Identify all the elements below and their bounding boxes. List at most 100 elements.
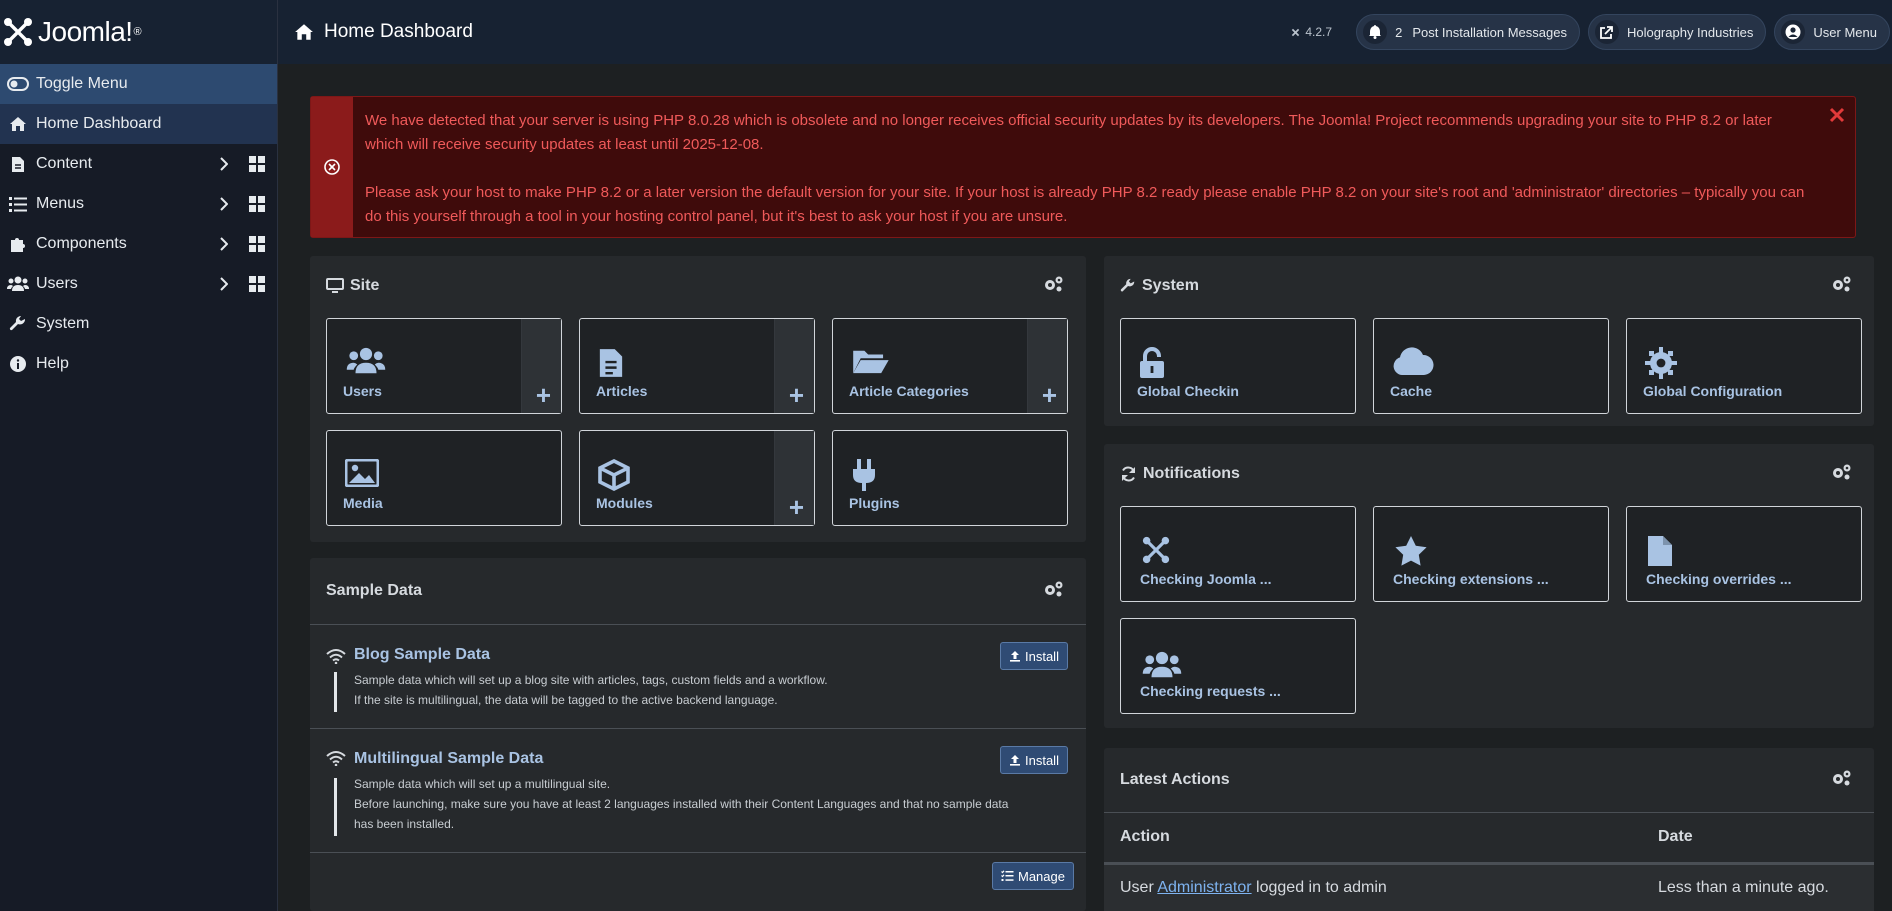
tile-plugins[interactable]: Plugins [832,430,1068,526]
info-icon [0,356,36,372]
plus-icon: + [1041,380,1057,410]
tile-users[interactable]: Users + [326,318,562,414]
date-cell: Less than a minute ago. [1658,879,1829,896]
tile-media[interactable]: Media [326,430,562,526]
chevron-right-icon[interactable] [213,157,233,171]
sidebar-item-home-dashboard[interactable]: Home Dashboard [0,104,277,144]
alert-icon-bar [311,97,353,237]
latest-actions-header: Latest Actions [1104,748,1874,812]
joomla-icon [1292,28,1300,36]
tile-label: Article Categories [849,383,969,399]
upload-icon [1010,651,1020,662]
install-blog-button[interactable]: Install [1000,642,1068,670]
gears-icon[interactable] [1042,580,1070,603]
view-site-button[interactable]: Holography Industries [1587,14,1767,50]
tile-global-configuration[interactable]: Global Configuration [1626,318,1862,414]
joomla-icon [1141,535,1171,570]
dashboard-grid-icon[interactable] [247,276,267,292]
user-menu-button[interactable]: User Menu [1774,14,1890,50]
sidebar-toggle-menu[interactable]: Toggle Menu [0,64,277,104]
brand[interactable]: Joomla! ® [0,0,277,64]
tile-articles[interactable]: Articles + [579,318,815,414]
site-label: Holography Industries [1626,24,1754,40]
version-number: 4.2.7 [1305,25,1333,39]
add-category-button[interactable]: + [1027,319,1067,413]
tile-global-checkin[interactable]: Global Checkin [1120,318,1356,414]
sidebar: Joomla! ® Toggle Menu Home Dashboard Cont… [0,0,278,911]
tile-label: Checking Joomla ... [1140,571,1272,587]
card-title: Sample Data [326,582,423,599]
sample-item-title: Multilingual Sample Data [354,750,544,767]
card-title: Site [350,277,380,294]
file-text-icon [598,347,624,384]
tile-checking-joomla[interactable]: Checking Joomla ... [1120,506,1356,602]
add-article-button[interactable]: + [774,319,814,413]
chevron-right-icon[interactable] [213,277,233,291]
gears-icon[interactable] [1830,769,1858,792]
system-card-header: System [1104,256,1874,316]
add-module-button[interactable]: + [774,431,814,525]
system-card: System Global Checkin Cache Global Confi… [1104,256,1874,426]
user-link-administrator[interactable]: Administrator [1157,879,1251,896]
messages-count: 2 [1395,24,1403,40]
table-row: User Administrator logged in to admin Le… [1104,865,1874,911]
dashboard-grid-icon[interactable] [247,196,267,212]
gears-icon[interactable] [1830,275,1858,298]
tile-label: Modules [596,495,653,511]
sidebar-item-users[interactable]: Users [0,264,277,304]
post-installation-messages-button[interactable]: 2 Post Installation Messages [1356,14,1580,50]
alert-close-button[interactable] [1829,107,1845,128]
action-prefix: User [1120,879,1154,896]
user-circle-icon [1781,20,1806,44]
joomla-logo[interactable]: Joomla! ® [2,16,142,48]
sync-icon [1122,466,1135,482]
button-label: Manage [1018,868,1065,884]
home-icon [295,24,313,40]
brand-name: Joomla! [38,16,133,47]
notifications-card-header: Notifications [1104,444,1874,504]
cube-icon [598,458,630,496]
puzzle-icon [0,235,36,253]
wifi-icon [326,648,346,669]
sample-data-header: Sample Data [310,558,1086,624]
tile-checking-extensions[interactable]: Checking extensions ... [1373,506,1609,602]
dashboard-grid-icon[interactable] [247,156,267,172]
table-header: Action Date [1104,812,1874,862]
gears-icon[interactable] [1830,463,1858,486]
alert-text: We have detected that your server is usi… [353,97,1855,237]
page-title: Home Dashboard [278,21,473,43]
sidebar-item-components[interactable]: Components [0,224,277,264]
tile-article-categories[interactable]: Article Categories + [832,318,1068,414]
gears-icon[interactable] [1042,275,1070,298]
tile-cache[interactable]: Cache [1373,318,1609,414]
sidebar-item-content[interactable]: Content [0,144,277,184]
site-card: Site Users + Articles + Article Categori… [310,256,1086,542]
tile-modules[interactable]: Modules + [579,430,815,526]
tile-label: Checking requests ... [1140,683,1281,699]
tile-label: Media [343,495,383,511]
sidebar-item-system[interactable]: System [0,304,277,344]
image-icon [344,458,380,492]
chevron-right-icon[interactable] [213,197,233,211]
sidebar-item-menus[interactable]: Menus [0,184,277,224]
tile-label: Global Configuration [1643,383,1783,399]
plug-icon [851,459,877,496]
tile-checking-requests[interactable]: Checking requests ... [1120,618,1356,714]
unlock-icon [1139,347,1165,384]
close-icon [1829,107,1845,123]
description-rule [334,672,337,712]
toggle-menu-label: Toggle Menu [36,75,128,92]
tile-label: Checking overrides ... [1646,571,1792,587]
sidebar-item-help[interactable]: Help [0,344,277,384]
dashboard-grid-icon[interactable] [247,236,267,252]
button-label: Install [1025,648,1059,664]
install-multilingual-button[interactable]: Install [1000,746,1068,774]
tile-checking-overrides[interactable]: Checking overrides ... [1626,506,1862,602]
manage-sample-data-button[interactable]: Manage [992,862,1074,890]
add-user-button[interactable]: + [521,319,561,413]
joomla-version[interactable]: 4.2.7 [1290,25,1332,39]
tile-label: Cache [1390,383,1433,399]
sample-data-card: Sample Data Blog Sample Data Sample data… [310,558,1086,911]
sample-item-desc-2: If the site is multilingual, the data wi… [354,693,778,707]
chevron-right-icon[interactable] [213,237,233,251]
